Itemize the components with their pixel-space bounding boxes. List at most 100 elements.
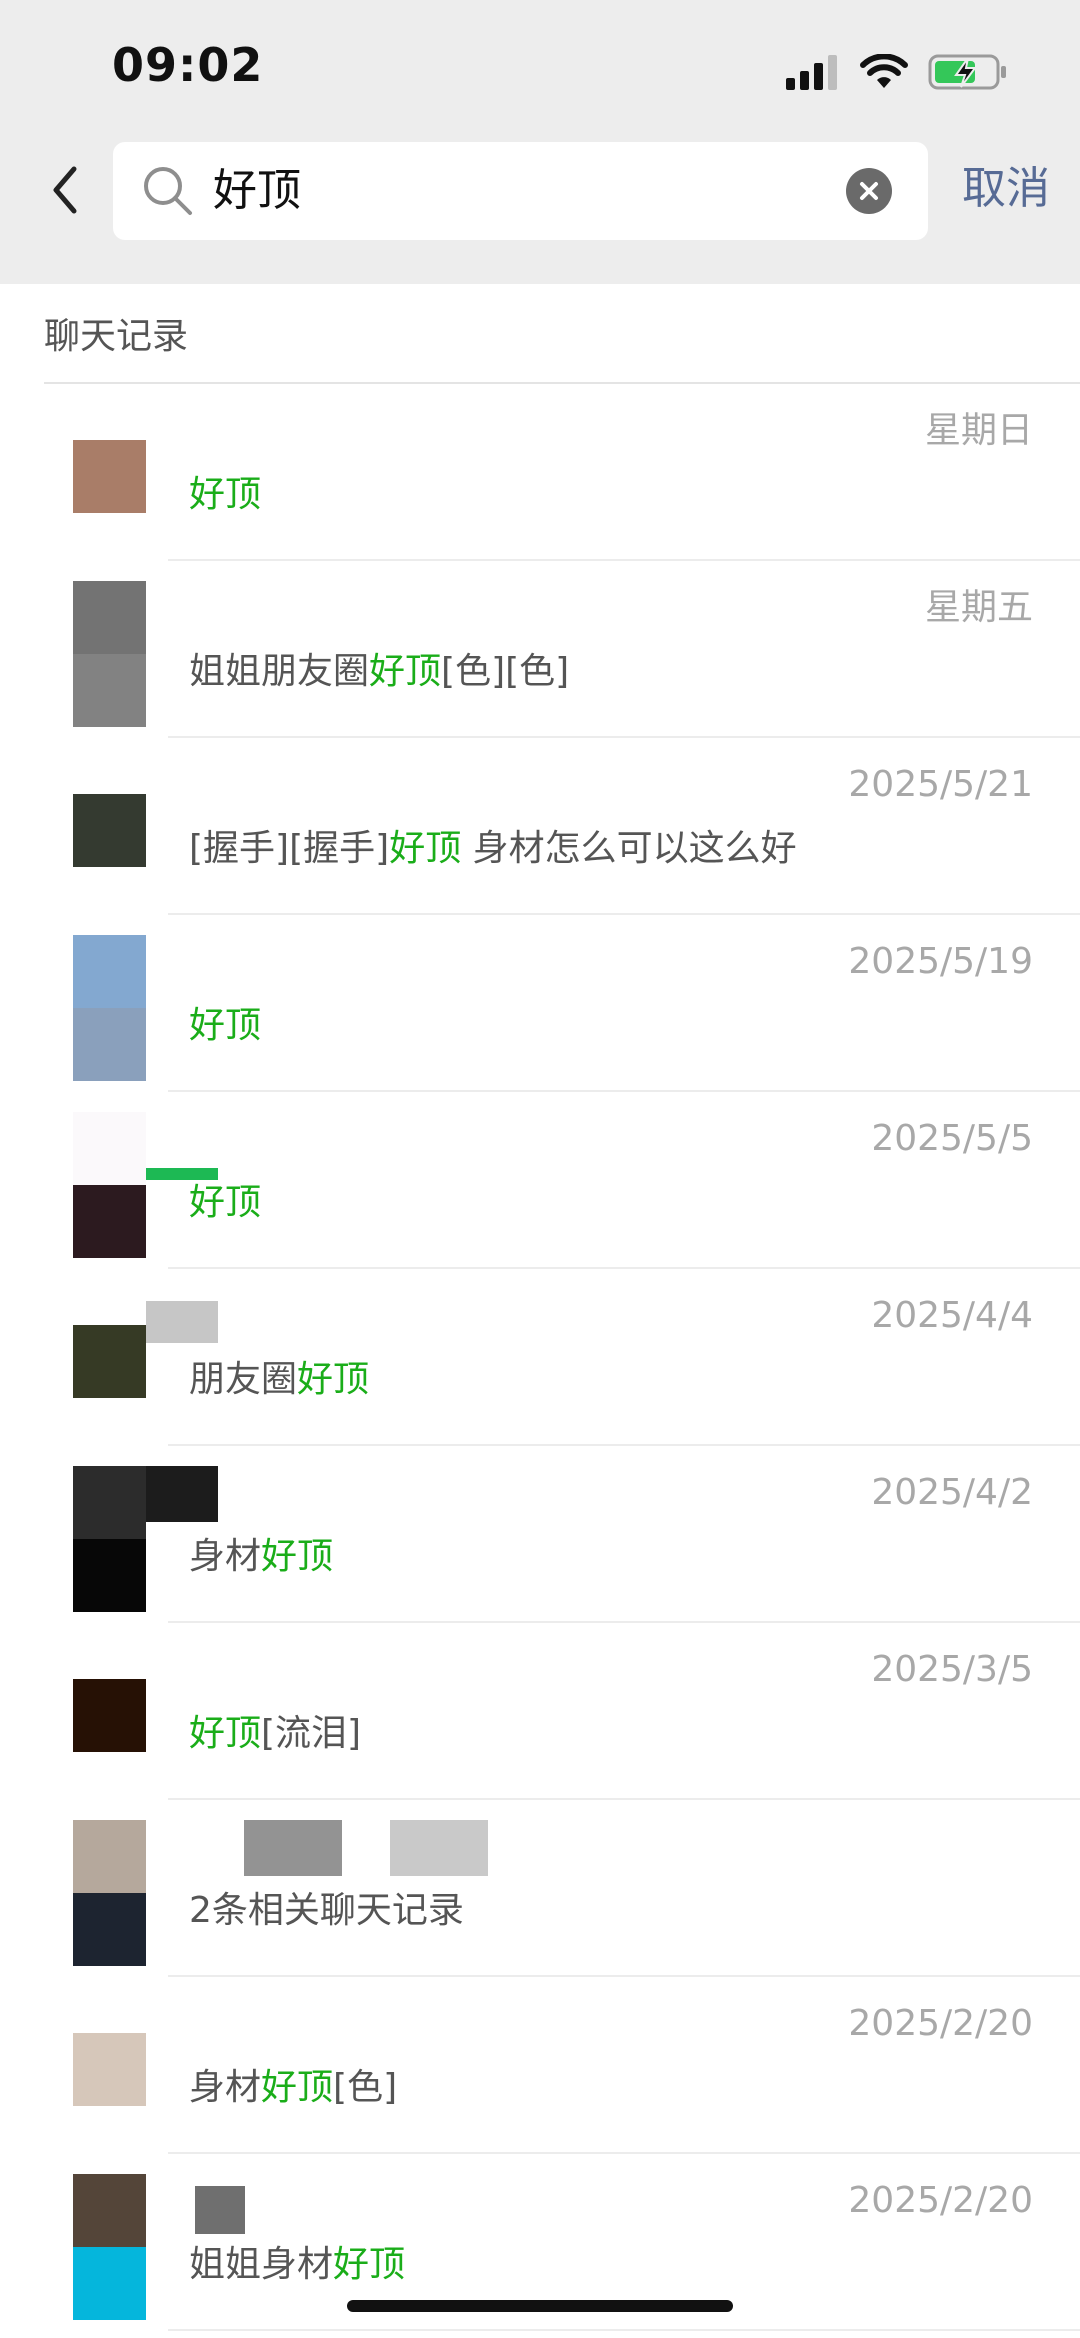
result-snippet: 身材好顶 <box>189 1534 333 1580</box>
snippet-text: 姐姐身材 <box>189 2244 334 2285</box>
avatar <box>73 1466 146 1612</box>
result-snippet: 好顶[流泪] <box>189 1711 361 1757</box>
back-button[interactable] <box>40 160 90 220</box>
keyword-highlight: 好顶 <box>261 1536 334 1577</box>
result-row[interactable]: 2025/4/2 身材好顶 <box>0 1446 1080 1623</box>
keyword-highlight: 好顶 <box>297 1359 370 1400</box>
result-date: 2025/5/21 <box>848 764 1033 805</box>
result-row[interactable]: 2025/5/19 好顶 <box>0 915 1080 1092</box>
result-snippet: 朋友圈好顶 <box>189 1357 369 1403</box>
avatar-segment <box>73 794 146 867</box>
cellular-signal-icon <box>786 55 837 90</box>
avatar-segment <box>73 2033 146 2106</box>
status-time: 09:02 <box>112 38 264 92</box>
avatar-segment <box>73 1539 146 1612</box>
avatar <box>73 2033 146 2106</box>
avatar <box>73 935 146 1081</box>
home-indicator <box>347 2300 733 2312</box>
redacted-name <box>146 1301 218 1343</box>
avatar-segment <box>73 1112 146 1185</box>
avatar-segment <box>73 1893 146 1966</box>
result-date: 2025/2/20 <box>848 2003 1033 2044</box>
avatar <box>73 581 146 727</box>
snippet-text: 身材怎么可以这么好 <box>461 828 797 869</box>
avatar-segment <box>73 1679 146 1752</box>
cancel-button[interactable]: 取消 <box>962 162 1050 216</box>
search-icon <box>144 167 192 215</box>
avatar-segment <box>73 935 146 1008</box>
result-date: 2025/5/5 <box>871 1118 1033 1159</box>
redacted-name <box>195 2186 245 2234</box>
search-query: 好顶 <box>213 165 301 216</box>
top-bar: 09:02 好顶 取消 <box>0 0 1080 284</box>
keyword-highlight: 好顶 <box>333 2244 406 2285</box>
result-snippet: 姐姐朋友圈好顶[色][色] <box>189 649 569 695</box>
result-snippet: 姐姐身材好顶 <box>189 2242 405 2288</box>
snippet-text: [流泪] <box>261 1713 362 1754</box>
redacted-name <box>244 1820 342 1876</box>
result-snippet: 好顶 <box>189 1180 261 1226</box>
avatar <box>73 1112 146 1258</box>
keyword-highlight: 好顶 <box>369 651 442 692</box>
avatar-segment <box>73 1008 146 1081</box>
snippet-text: [色][色] <box>441 651 570 692</box>
keyword-highlight: 好顶 <box>389 828 462 869</box>
snippet-text: [色] <box>333 2067 398 2108</box>
wifi-icon <box>860 54 908 88</box>
result-date: 星期日 <box>924 410 1033 451</box>
keyword-highlight: 好顶 <box>189 1713 262 1754</box>
snippet-text: 身材 <box>189 1536 262 1577</box>
keyword-highlight: 好顶 <box>189 474 262 515</box>
result-snippet: 2条相关聊天记录 <box>189 1888 464 1934</box>
avatar <box>73 440 146 513</box>
result-snippet: 好顶 <box>189 472 261 518</box>
result-date: 星期五 <box>924 587 1033 628</box>
avatar <box>73 794 146 867</box>
status-icons <box>784 50 1008 94</box>
result-row[interactable]: 2025/4/4 朋友圈好顶 <box>0 1269 1080 1446</box>
avatar <box>73 1325 146 1398</box>
redacted-name <box>390 1820 488 1876</box>
snippet-text: 朋友圈 <box>189 1359 298 1400</box>
avatar <box>73 2174 146 2320</box>
result-row[interactable]: 星期五姐姐朋友圈好顶[色][色] <box>0 561 1080 738</box>
result-row[interactable]: 2025/2/20 身材好顶[色] <box>0 1977 1080 2154</box>
redacted-name <box>146 1168 218 1180</box>
keyword-highlight: 好顶 <box>189 1182 262 1223</box>
snippet-text: 身材 <box>189 2067 262 2108</box>
row-divider <box>168 2329 1080 2331</box>
result-row[interactable]: 2条相关聊天记录 <box>0 1800 1080 1977</box>
close-icon <box>860 182 878 200</box>
clear-search-button[interactable] <box>846 168 892 214</box>
keyword-highlight: 好顶 <box>189 1005 262 1046</box>
avatar-segment <box>73 1325 146 1398</box>
avatar <box>73 1679 146 1752</box>
result-snippet: 身材好顶[色] <box>189 2065 397 2111</box>
avatar-segment <box>73 581 146 654</box>
result-row[interactable]: 2025/5/21 [握手][握手]好顶 身材怎么可以这么好 <box>0 738 1080 915</box>
avatar-segment <box>73 440 146 513</box>
keyword-highlight: 好顶 <box>261 2067 334 2108</box>
result-row[interactable]: 2025/3/5 好顶[流泪] <box>0 1623 1080 1800</box>
avatar-segment <box>73 2247 146 2320</box>
section-title: 聊天记录 <box>44 316 189 357</box>
snippet-text: [握手][握手] <box>189 828 390 869</box>
result-date: 2025/2/20 <box>848 2180 1033 2221</box>
avatar-segment <box>73 1820 146 1893</box>
result-row[interactable]: 星期日好顶 <box>0 384 1080 561</box>
result-date: 2025/5/19 <box>848 941 1033 982</box>
snippet-text: 2条相关聊天记录 <box>189 1890 464 1931</box>
avatar-segment <box>73 1466 146 1539</box>
result-snippet: [握手][握手]好顶 身材怎么可以这么好 <box>189 826 797 872</box>
result-date: 2025/4/4 <box>871 1295 1033 1336</box>
search-input[interactable]: 好顶 <box>113 142 928 240</box>
avatar-segment <box>73 2174 146 2247</box>
chevron-left-icon <box>53 166 77 214</box>
battery-charging-icon <box>928 54 1006 90</box>
result-date: 2025/3/5 <box>871 1649 1033 1690</box>
redacted-name <box>146 1466 218 1522</box>
snippet-text: 姐姐朋友圈 <box>189 651 370 692</box>
avatar <box>73 1820 146 1966</box>
result-snippet: 好顶 <box>189 1003 261 1049</box>
result-row[interactable]: 2025/5/5 好顶 <box>0 1092 1080 1269</box>
